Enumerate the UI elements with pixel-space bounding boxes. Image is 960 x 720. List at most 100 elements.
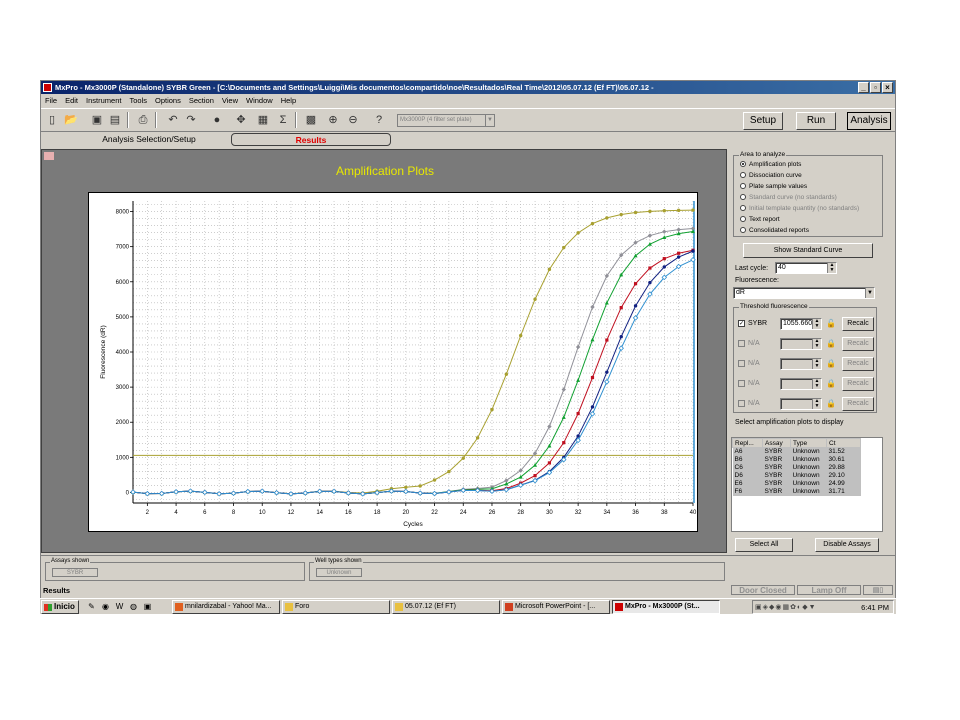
data-point-D6 — [662, 257, 666, 261]
menu-help[interactable]: Help — [281, 95, 296, 107]
data-point-D6 — [633, 282, 638, 286]
radio-dissociation-curve[interactable]: Dissociation curve — [740, 172, 802, 179]
run-button[interactable]: Run — [796, 112, 836, 130]
setup-button[interactable]: Setup — [743, 112, 783, 130]
radio-text-report[interactable]: Text report — [740, 216, 780, 223]
table-row[interactable]: E6 SYBR Unknown 24.99 — [732, 480, 861, 488]
last-cycle-input[interactable]: 40 ▲ ▼ — [775, 262, 837, 274]
well-types-value[interactable]: Unknown — [316, 568, 362, 577]
menu-section[interactable]: Section — [189, 95, 214, 107]
disable-assays-button[interactable]: Disable Assays — [815, 538, 879, 552]
y-tick-label: 0 — [126, 490, 130, 496]
col-header-ct[interactable]: Ct — [826, 438, 861, 448]
instrument-select[interactable]: Mx3000P (4 filter set plate) ▼ — [397, 114, 495, 127]
zoom-out-icon[interactable]: ⊖ — [345, 112, 361, 128]
x-tick-label: 24 — [460, 510, 467, 516]
show-standard-curve-button[interactable]: Show Standard Curve — [743, 243, 873, 258]
data-point-D6 — [576, 412, 580, 416]
plate-icon[interactable]: ▤ — [107, 112, 123, 128]
menu-options[interactable]: Options — [155, 95, 181, 107]
radio-icon — [740, 205, 746, 211]
y-tick-label: 7000 — [116, 245, 130, 251]
menu-tools[interactable]: Tools — [129, 95, 147, 107]
col-header-type[interactable]: Type — [790, 438, 827, 448]
data-point-C6 — [576, 378, 581, 382]
table-row[interactable]: C6 SYBR Unknown 29.88 — [732, 464, 861, 472]
chevron-down-icon[interactable]: ▼ — [485, 115, 494, 126]
col-header-assay[interactable]: Assay — [762, 438, 791, 448]
select-all-button[interactable]: Select All — [735, 538, 793, 552]
chevron-down-icon[interactable]: ▼ — [865, 288, 874, 298]
help-icon[interactable]: ? — [371, 112, 387, 128]
lamp-icon[interactable]: ● — [209, 112, 225, 128]
panel-toggle-icon[interactable] — [44, 152, 54, 160]
grid-icon[interactable]: ▩ — [303, 112, 319, 128]
sigma-delta-icon[interactable]: Σ — [275, 112, 291, 128]
assays-shown-value[interactable]: SYBR — [52, 568, 98, 577]
menu-instrument[interactable]: Instrument — [86, 95, 121, 107]
threshold-input-sybr[interactable]: 1055.660 ▲ ▼ — [780, 318, 822, 330]
quicklaunch-icon[interactable]: ▣ — [142, 601, 153, 612]
tab-analysis-selection[interactable]: Analysis Selection/Setup — [55, 133, 243, 146]
close-button[interactable]: × — [882, 82, 893, 93]
amplification-plots-table[interactable]: Repl... Assay Type Ct A6 SYBR Unknown 31.52… — [731, 437, 883, 532]
radio-amplification-plots[interactable]: Amplification plots — [740, 161, 801, 168]
task-foro[interactable]: Foro — [282, 600, 390, 614]
quicklaunch-icon[interactable]: ✎ — [86, 601, 97, 612]
title-bar[interactable]: MxPro - Mx3000P (Standalone) SYBR Green … — [41, 81, 895, 94]
menu-window[interactable]: Window — [246, 95, 273, 107]
task-yahoo-mail[interactable]: mnilardizabal - Yahoo! Ma... — [172, 600, 280, 614]
lock-icon[interactable]: 🔓 — [826, 319, 836, 328]
col-header-replicate[interactable]: Repl... — [732, 438, 763, 448]
menu-edit[interactable]: Edit — [65, 95, 78, 107]
x-tick-label: 20 — [402, 510, 409, 516]
quicklaunch-icon[interactable]: W — [114, 601, 125, 612]
radio-consolidated-reports[interactable]: Consolidated reports — [740, 227, 809, 234]
calculator-icon[interactable]: ▦ — [255, 112, 271, 128]
save-icon[interactable]: ▣ — [89, 112, 105, 128]
new-file-icon[interactable]: ▯ — [44, 112, 60, 128]
open-folder-icon[interactable]: 📂 — [63, 112, 79, 128]
print-icon[interactable]: ⎙ — [135, 112, 151, 128]
zoom-in-icon[interactable]: ⊕ — [325, 112, 341, 128]
threshold-spinner: ▲ ▼ — [812, 359, 821, 369]
menu-view[interactable]: View — [222, 95, 238, 107]
radio-icon — [740, 227, 746, 233]
threshold-dye-na: N/A — [748, 380, 760, 387]
lock-icon: 🔒 — [826, 379, 836, 388]
quicklaunch-icon[interactable]: ◍ — [128, 601, 139, 612]
table-row[interactable]: A6 SYBR Unknown 31.52 — [732, 447, 861, 456]
plate-layout-icon[interactable]: ✥ — [233, 112, 249, 128]
table-row[interactable]: D6 SYBR Unknown 29.10 — [732, 472, 861, 480]
table-row[interactable]: B6 SYBR Unknown 30.61 — [732, 456, 861, 464]
menu-file[interactable]: File — [45, 95, 57, 107]
table-row[interactable]: F6 SYBR Unknown 31.71 — [732, 488, 861, 496]
data-point-F6 — [618, 345, 624, 351]
lamp-status: Lamp Off — [797, 585, 861, 595]
restore-button[interactable]: ▫ — [870, 82, 881, 93]
app-icon[interactable] — [43, 83, 52, 92]
undo-icon[interactable]: ↶ — [165, 112, 181, 128]
last-cycle-spinner[interactable]: ▲ ▼ — [827, 263, 836, 273]
redo-icon[interactable]: ↷ — [183, 112, 199, 128]
threshold-spinner[interactable]: ▲ ▼ — [812, 319, 821, 329]
start-button[interactable]: Inicio — [41, 600, 79, 614]
mxpro-icon — [615, 603, 623, 611]
tray-icons[interactable]: ▣◈◆◉▦✿◐◆▼ — [755, 603, 817, 611]
amplification-chart[interactable]: 2 4 6 8 10 12 14 16 18 20 22 24 26 28 30 32 34 36 38 40 0 100… — [88, 192, 698, 532]
threshold-checkbox-sybr[interactable]: ✓ — [738, 320, 745, 327]
threshold-dye-sybr: SYBR — [748, 320, 768, 327]
tab-results[interactable]: Results — [231, 133, 391, 146]
analysis-button[interactable]: Analysis — [847, 112, 891, 130]
recalc-button[interactable]: Recalc — [842, 317, 874, 331]
quicklaunch-icon[interactable]: ◉ — [100, 601, 111, 612]
lock-icon: 🔒 — [826, 399, 836, 408]
task-mxpro[interactable]: MxPro - Mx3000P (St... — [612, 600, 720, 614]
task-folder-05-07-12[interactable]: 05.07.12 (Ef FT) — [392, 600, 500, 614]
data-point-F6 — [632, 315, 639, 321]
task-powerpoint[interactable]: Microsoft PowerPoint - [... — [502, 600, 610, 614]
minimize-button[interactable]: _ — [858, 82, 869, 93]
door-status: Door Closed — [731, 585, 795, 595]
radio-plate-sample-values[interactable]: Plate sample values — [740, 183, 807, 190]
fluorescence-select[interactable]: dR ▼ — [733, 287, 875, 299]
